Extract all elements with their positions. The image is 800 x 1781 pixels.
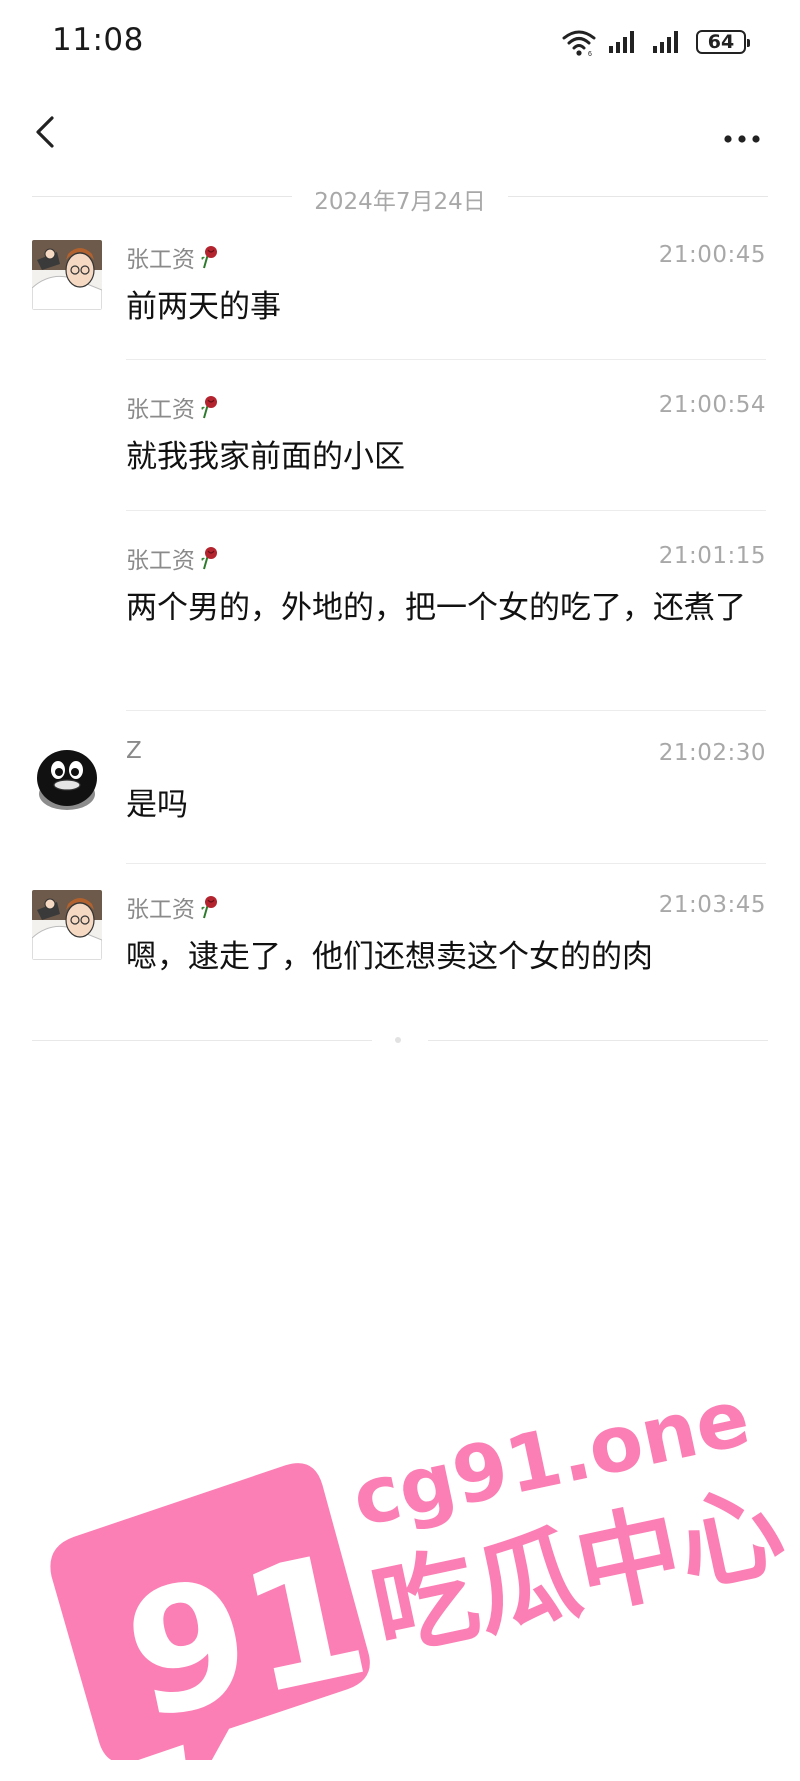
message-separator xyxy=(126,710,766,711)
watermark: 91 cg91.one 吃瓜中心 xyxy=(36,1340,796,1781)
avatar-image xyxy=(32,240,102,310)
date-label: 2024年7月24日 xyxy=(314,189,486,215)
message-text: 两个男的，外地的，把一个女的吃了，还煮了 xyxy=(126,590,746,626)
message-text: 前两天的事 xyxy=(126,289,281,325)
message-separator xyxy=(126,510,766,511)
end-divider xyxy=(32,1036,768,1046)
avatar-zhang[interactable] xyxy=(32,240,102,310)
message-item[interactable]: 张工资 21:03:45 嗯，逮走了，他们还想卖这个女的的肉 xyxy=(0,890,800,990)
sender-label: Z xyxy=(126,738,142,764)
message-time: 21:02:30 xyxy=(658,740,766,766)
watermark-logo: 91 cg91.one 吃瓜中心 xyxy=(50,1373,794,1781)
sender-label: 张工资 xyxy=(126,548,195,574)
rose-emoji-icon xyxy=(201,547,217,570)
avatar-image xyxy=(32,890,102,960)
chevron-left-icon xyxy=(36,116,54,148)
message-time: 21:03:45 xyxy=(658,892,766,918)
message-item[interactable]: 张工资 21:00:45 前两天的事 xyxy=(0,240,800,360)
sender-name: 张工资 xyxy=(126,390,220,424)
wifi-icon: 6 xyxy=(562,30,596,56)
message-separator xyxy=(126,863,766,864)
message-item[interactable]: Z 21:02:30 是吗 xyxy=(0,738,800,864)
message-time: 21:00:45 xyxy=(658,242,766,268)
message-item[interactable]: 张工资 21:01:15 两个男的，外地的，把一个女的吃了，还煮了 xyxy=(0,541,800,711)
sender-label: 张工资 xyxy=(126,397,195,423)
message-separator xyxy=(126,359,766,360)
message-time: 21:00:54 xyxy=(658,392,766,418)
sender-name: Z xyxy=(126,738,142,764)
message-text: 嗯，逮走了，他们还想卖这个女的的肉 xyxy=(126,939,653,975)
date-divider: 2024年7月24日 xyxy=(32,178,768,215)
sender-name: 张工资 xyxy=(126,890,220,924)
avatar-image xyxy=(32,742,102,812)
sender-name: 张工资 xyxy=(126,541,220,575)
rose-emoji-icon xyxy=(201,396,217,419)
sender-name: 张工资 xyxy=(126,240,220,274)
sender-label: 张工资 xyxy=(126,247,195,273)
more-dots-icon xyxy=(724,135,760,143)
rose-emoji-icon xyxy=(201,896,217,919)
sender-label: 张工资 xyxy=(126,897,195,923)
signal-icon xyxy=(609,31,634,53)
avatar-z[interactable] xyxy=(32,742,102,812)
svg-text:6: 6 xyxy=(588,51,592,56)
more-button[interactable] xyxy=(712,108,772,154)
status-time: 11:08 xyxy=(52,22,144,58)
back-button[interactable] xyxy=(22,106,72,156)
avatar-zhang[interactable] xyxy=(32,890,102,960)
nav-bar xyxy=(0,96,800,168)
rose-emoji-icon xyxy=(201,246,217,269)
message-text: 就我我家前面的小区 xyxy=(126,439,405,475)
message-time: 21:01:15 xyxy=(658,543,766,569)
message-text: 是吗 xyxy=(126,787,188,823)
message-item[interactable]: 张工资 21:00:54 就我我家前面的小区 xyxy=(0,390,800,511)
signal-icon-2 xyxy=(653,31,678,53)
status-bar: 11:08 6 64 xyxy=(0,0,800,84)
battery-indicator: 64 xyxy=(696,30,750,54)
status-icons: 6 64 xyxy=(562,24,750,60)
